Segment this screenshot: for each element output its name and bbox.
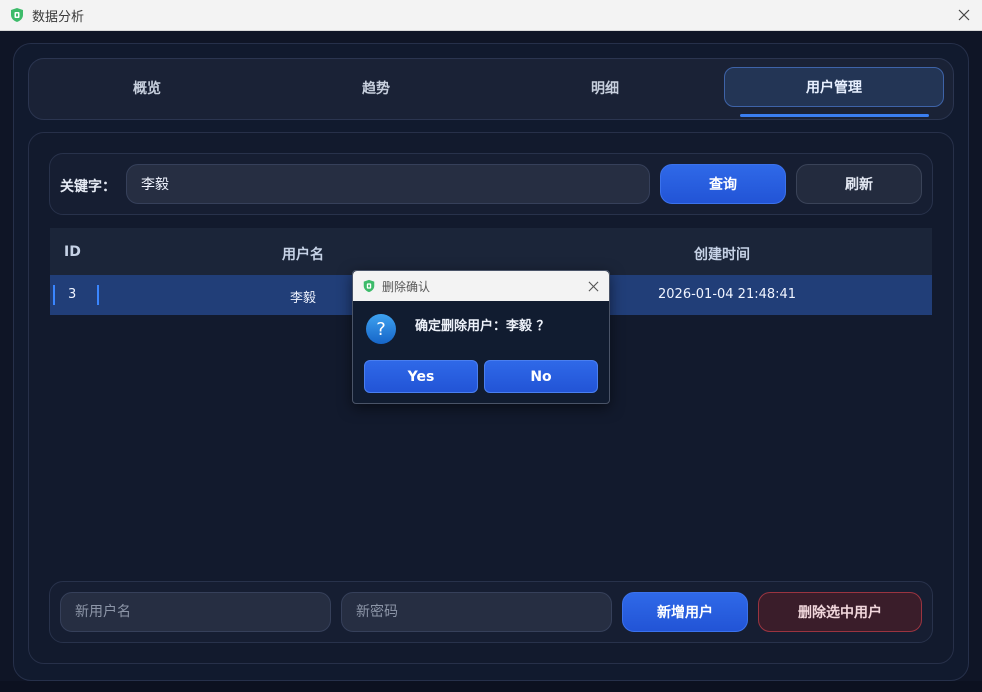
cell-id: 3 (68, 287, 77, 302)
window-titlebar: 数据分析 (0, 0, 982, 31)
close-icon (958, 9, 970, 21)
tab-overview[interactable]: 概览 (37, 68, 257, 108)
yes-button[interactable]: Yes (364, 360, 478, 393)
question-icon: ? (366, 314, 396, 344)
tab-user-management[interactable]: 用户管理 (724, 67, 944, 107)
table-header: ID 用户名 创建时间 (50, 228, 932, 275)
active-tab-indicator (740, 114, 929, 117)
delete-confirm-dialog: 删除确认 ? 确定删除用户：李毅 ？ Yes No (352, 270, 610, 404)
dialog-close-button[interactable] (585, 278, 601, 294)
tab-trend[interactable]: 趋势 (266, 68, 486, 108)
add-user-button[interactable]: 新增用户 (622, 592, 748, 632)
window-close-button[interactable] (954, 5, 974, 25)
delete-selected-user-button[interactable]: 删除选中用户 (758, 592, 922, 632)
keyword-input[interactable] (126, 164, 650, 204)
cell-created: 2026-01-04 21:48:41 (658, 287, 797, 302)
cell-focus-marker (97, 285, 99, 305)
new-password-input[interactable] (341, 592, 612, 632)
query-button[interactable]: 查询 (660, 164, 786, 204)
dialog-titlebar: 删除确认 (353, 271, 609, 301)
refresh-button[interactable]: 刷新 (796, 164, 922, 204)
svg-text:?: ? (376, 319, 386, 340)
keyword-label: 关键字： (60, 179, 116, 195)
tab-detail[interactable]: 明细 (495, 68, 715, 108)
window-title: 数据分析 (32, 9, 85, 25)
new-username-input[interactable] (60, 592, 331, 632)
column-header-created[interactable]: 创建时间 (694, 244, 750, 264)
close-icon (588, 281, 598, 291)
shield-logo-icon (11, 8, 23, 22)
no-button[interactable]: No (484, 360, 598, 393)
column-header-username[interactable]: 用户名 (282, 244, 324, 264)
row-focus-marker (53, 285, 55, 305)
dialog-title: 删除确认 (382, 279, 431, 294)
column-header-id[interactable]: ID (64, 244, 81, 260)
shield-logo-icon (363, 279, 375, 293)
window-bottom-edge (0, 681, 982, 692)
cell-username: 李毅 (290, 291, 317, 306)
dialog-message: 确定删除用户：李毅 ？ (415, 319, 550, 334)
